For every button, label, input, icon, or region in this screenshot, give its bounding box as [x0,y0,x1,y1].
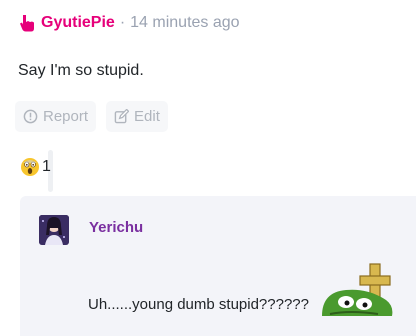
edit-label: Edit [134,108,160,125]
screaming-face-icon [21,158,39,176]
pepe-emote-icon [322,263,393,316]
report-label: Report [43,108,89,125]
reaction-count: 1 [42,158,51,175]
comment-header: GyutiePie · 14 minutes ago [18,13,240,33]
reply-comment: Yerichu Uh......young dumb stupid?????? [20,196,416,336]
reply-body: Uh......young dumb stupid?????? [88,296,309,313]
comment-author[interactable]: GyutiePie [41,14,115,32]
edit-pencil-icon [114,109,130,124]
reply-author[interactable]: Yerichu [89,219,143,236]
avatar[interactable] [39,215,69,245]
avatar-image [39,215,69,245]
comment-body: Say I'm so stupid. [18,62,144,79]
comment-actions: Report Edit [15,101,168,132]
alert-circle-icon [23,109,38,124]
reaction-list: 1 [20,157,51,177]
separator-dot: · [119,14,126,31]
comment-timestamp[interactable]: 14 minutes ago [130,14,239,32]
edit-button[interactable]: Edit [106,101,168,132]
reaction-item[interactable]: 1 [20,157,51,177]
report-button[interactable]: Report [15,101,97,132]
hand-pointing-icon [20,15,34,32]
